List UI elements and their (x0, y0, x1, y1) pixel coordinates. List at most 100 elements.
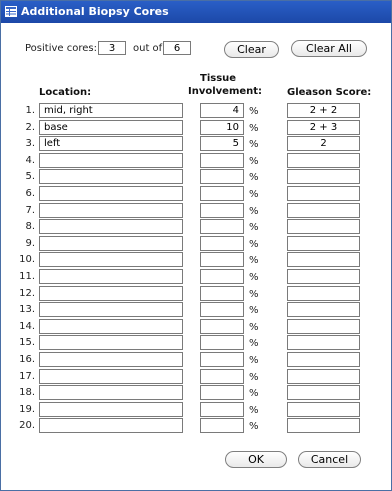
location-input[interactable] (39, 136, 183, 151)
window-title: Additional Biopsy Cores (21, 5, 169, 18)
percent-label: % (249, 156, 259, 167)
tissue-involvement-input[interactable] (200, 352, 244, 367)
tissue-involvement-input[interactable] (200, 169, 244, 184)
location-input[interactable] (39, 236, 183, 251)
gleason-score-input[interactable] (287, 402, 360, 417)
percent-label: % (249, 355, 259, 366)
title-bar[interactable]: Additional Biopsy Cores (1, 1, 391, 23)
gleason-score-input[interactable] (287, 335, 360, 350)
gleason-score-input[interactable] (287, 385, 360, 400)
location-input[interactable] (39, 402, 183, 417)
row-number: 10. (19, 254, 35, 265)
percent-label: % (249, 305, 259, 316)
location-input[interactable] (39, 418, 183, 433)
row-number: 20. (19, 420, 35, 431)
row-number: 2. (25, 122, 35, 133)
row-number: 19. (19, 404, 35, 415)
tissue-involvement-input[interactable] (200, 120, 244, 135)
positive-cores-label: Positive cores: (25, 43, 97, 54)
percent-label: % (249, 421, 259, 432)
tissue-involvement-input[interactable] (200, 219, 244, 234)
positive-cores-input[interactable] (98, 41, 126, 55)
clear-all-button[interactable]: Clear All (291, 40, 367, 57)
row-number: 11. (19, 271, 35, 282)
cancel-button[interactable]: Cancel (298, 451, 361, 468)
percent-label: % (249, 322, 259, 333)
percent-label: % (249, 172, 259, 183)
row-number: 3. (25, 138, 35, 149)
percent-label: % (249, 405, 259, 416)
tissue-involvement-input[interactable] (200, 203, 244, 218)
table-icon (5, 6, 17, 17)
location-input[interactable] (39, 302, 183, 317)
gleason-score-input[interactable] (287, 319, 360, 334)
gleason-score-input[interactable] (287, 236, 360, 251)
gleason-score-input[interactable] (287, 302, 360, 317)
location-input[interactable] (39, 169, 183, 184)
total-cores-input[interactable] (163, 41, 191, 55)
tissue-involvement-input[interactable] (200, 418, 244, 433)
row-number: 15. (19, 337, 35, 348)
tissue-header-line1: Tissue (200, 73, 237, 84)
gleason-score-input[interactable] (287, 120, 360, 135)
gleason-score-input[interactable] (287, 286, 360, 301)
location-input[interactable] (39, 335, 183, 350)
location-input[interactable] (39, 203, 183, 218)
location-input[interactable] (39, 352, 183, 367)
gleason-score-input[interactable] (287, 186, 360, 201)
tissue-involvement-input[interactable] (200, 186, 244, 201)
location-input[interactable] (39, 385, 183, 400)
row-number: 4. (25, 155, 35, 166)
tissue-involvement-input[interactable] (200, 103, 244, 118)
row-number: 12. (19, 288, 35, 299)
tissue-involvement-input[interactable] (200, 269, 244, 284)
location-input[interactable] (39, 286, 183, 301)
gleason-score-input[interactable] (287, 219, 360, 234)
gleason-score-input[interactable] (287, 153, 360, 168)
percent-label: % (249, 338, 259, 349)
tissue-involvement-input[interactable] (200, 302, 244, 317)
percent-label: % (249, 106, 259, 117)
tissue-involvement-input[interactable] (200, 153, 244, 168)
percent-label: % (249, 388, 259, 399)
location-header: Location: (39, 87, 92, 98)
tissue-involvement-input[interactable] (200, 136, 244, 151)
gleason-score-input[interactable] (287, 352, 360, 367)
location-input[interactable] (39, 219, 183, 234)
row-number: 9. (25, 238, 35, 249)
tissue-involvement-input[interactable] (200, 385, 244, 400)
tissue-involvement-input[interactable] (200, 335, 244, 350)
gleason-score-input[interactable] (287, 418, 360, 433)
location-input[interactable] (39, 252, 183, 267)
location-input[interactable] (39, 319, 183, 334)
gleason-score-input[interactable] (287, 103, 360, 118)
tissue-involvement-input[interactable] (200, 252, 244, 267)
tissue-involvement-input[interactable] (200, 286, 244, 301)
percent-label: % (249, 255, 259, 266)
location-input[interactable] (39, 269, 183, 284)
location-input[interactable] (39, 153, 183, 168)
row-number: 16. (19, 354, 35, 365)
tissue-involvement-input[interactable] (200, 369, 244, 384)
tissue-involvement-input[interactable] (200, 402, 244, 417)
tissue-involvement-input[interactable] (200, 236, 244, 251)
gleason-score-input[interactable] (287, 203, 360, 218)
gleason-score-input[interactable] (287, 269, 360, 284)
row-number: 5. (25, 171, 35, 182)
location-input[interactable] (39, 103, 183, 118)
row-number: 13. (19, 304, 35, 315)
row-number: 14. (19, 321, 35, 332)
percent-label: % (249, 372, 259, 383)
location-input[interactable] (39, 369, 183, 384)
ok-button[interactable]: OK (225, 451, 287, 468)
dialog-window: Additional Biopsy Cores Positive cores: … (0, 0, 392, 491)
gleason-score-input[interactable] (287, 136, 360, 151)
percent-label: % (249, 222, 259, 233)
location-input[interactable] (39, 186, 183, 201)
gleason-score-input[interactable] (287, 369, 360, 384)
tissue-involvement-input[interactable] (200, 319, 244, 334)
clear-button[interactable]: Clear (224, 41, 279, 58)
location-input[interactable] (39, 120, 183, 135)
gleason-score-input[interactable] (287, 169, 360, 184)
gleason-score-input[interactable] (287, 252, 360, 267)
